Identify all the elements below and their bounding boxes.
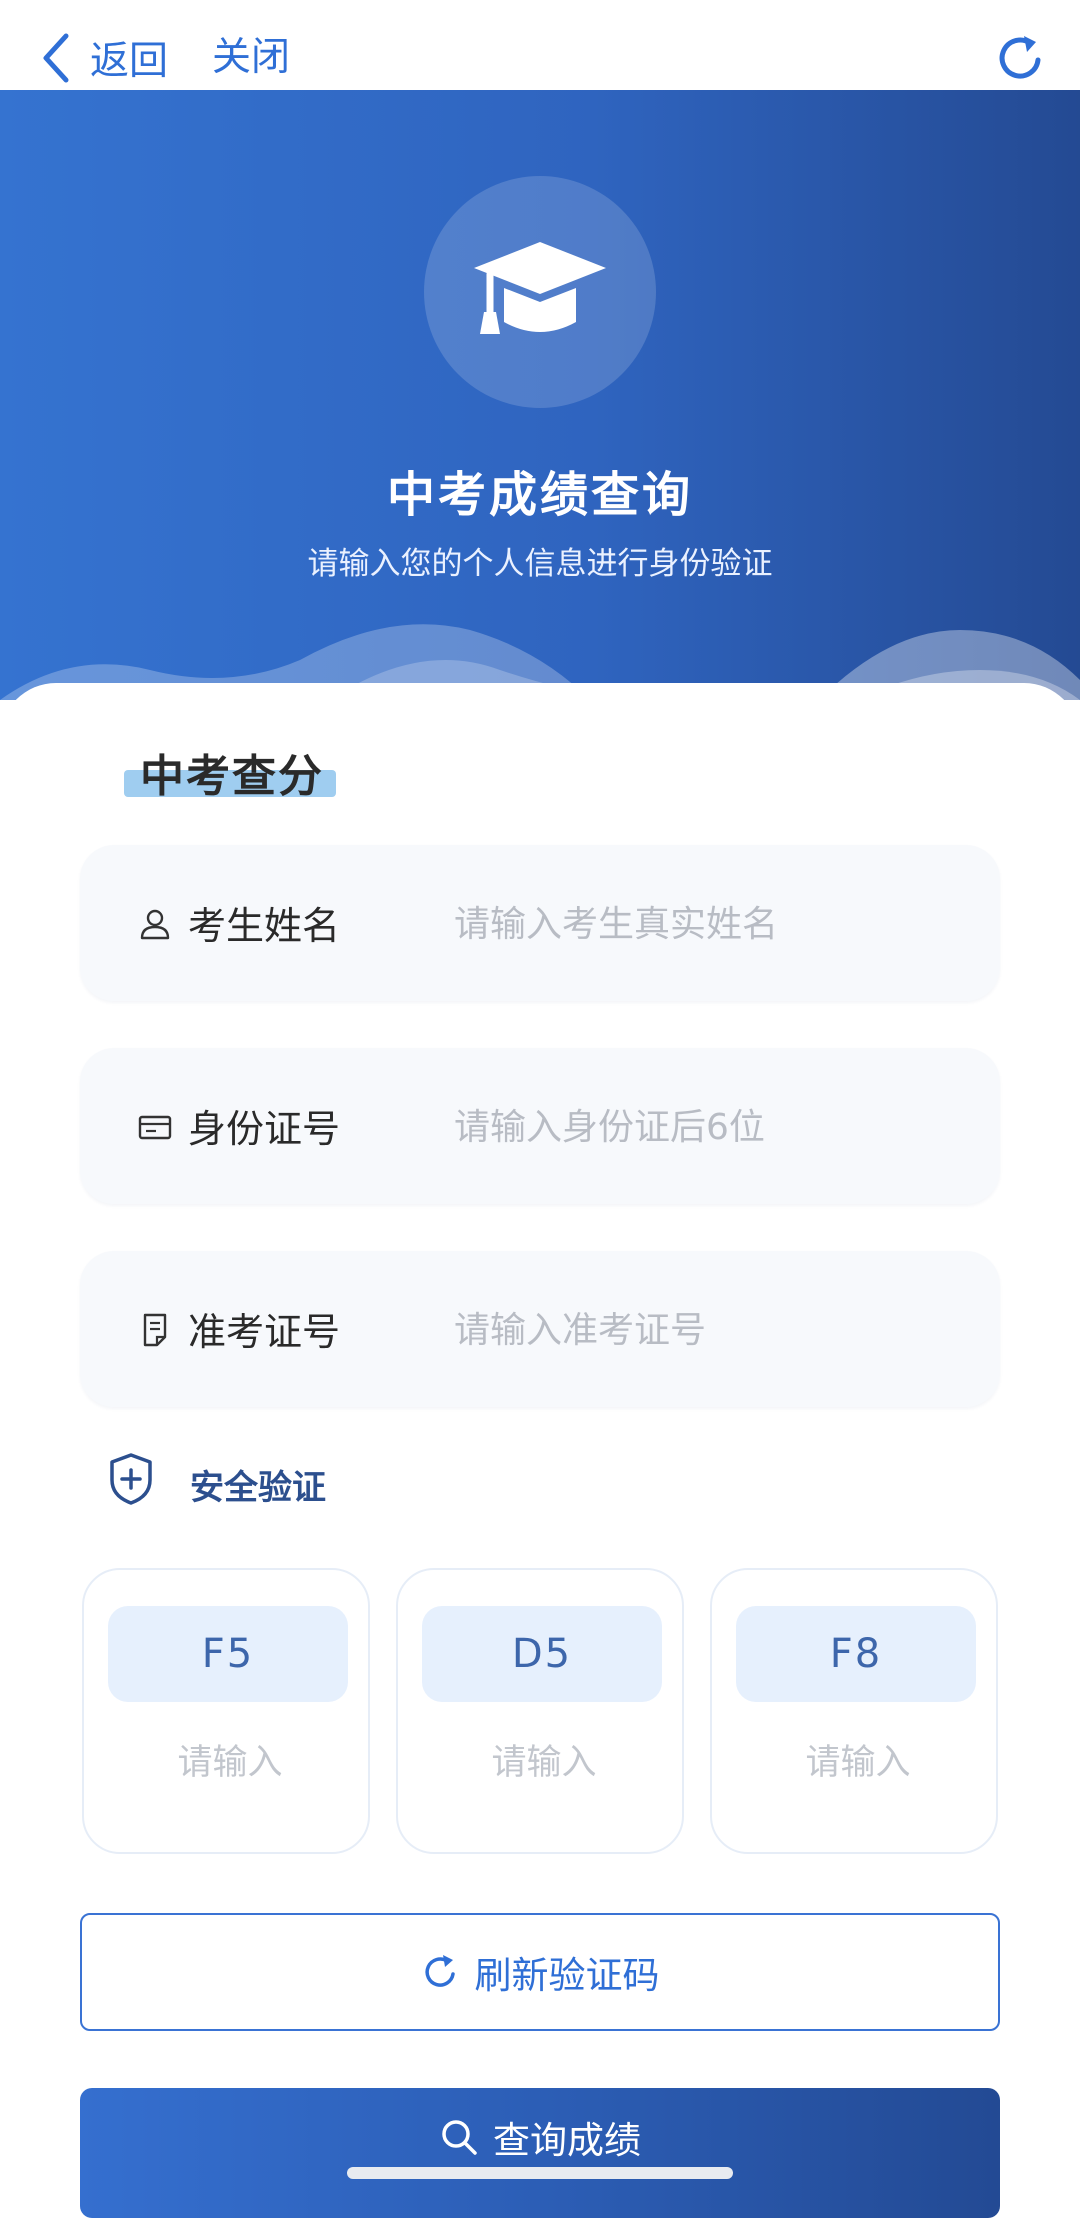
captcha-input[interactable]: [736, 1728, 980, 1798]
reload-icon[interactable]: [994, 32, 1046, 84]
query-button-content: 查询成绩: [439, 2112, 641, 2162]
back-label: 返回: [90, 39, 169, 84]
search-icon: [442, 2120, 477, 2155]
captcha-input[interactable]: [422, 1728, 666, 1798]
page-subtitle: 请输入您的个人信息进行身份验证: [307, 546, 773, 582]
field-label: 考生姓名: [188, 904, 341, 948]
refresh-icon: [424, 1955, 455, 1987]
captcha-box: F5: [82, 1568, 370, 1854]
logo-circle: [424, 176, 656, 408]
section-title-text: 中考查分: [140, 751, 324, 802]
field-id-card: 身份证号: [80, 1048, 1000, 1204]
section-title: 中考查分: [124, 740, 336, 802]
field-label: 身份证号: [188, 1107, 341, 1151]
refresh-label: 刷新验证码: [474, 1954, 660, 1997]
home-indicator: [347, 2167, 733, 2179]
ticket-input[interactable]: [452, 1295, 956, 1365]
id-card-input[interactable]: [452, 1092, 956, 1162]
graduation-cap-icon: [474, 242, 606, 334]
query-label: 查询成绩: [493, 2119, 641, 2162]
refresh-captcha-button[interactable]: 刷新验证码: [80, 1913, 1000, 2031]
id-card-icon: [138, 1115, 172, 1140]
shield-plus-icon: [110, 1453, 152, 1505]
top-nav-bar: 返回 关闭: [0, 0, 1080, 90]
captcha-code: D5: [422, 1606, 662, 1702]
field-label: 准考证号: [188, 1310, 341, 1354]
captcha-box: F8: [710, 1568, 998, 1854]
page-title: 中考成绩查询: [386, 467, 693, 523]
back-button[interactable]: 返回: [40, 30, 168, 86]
field-ticket: 准考证号: [80, 1251, 1000, 1407]
user-icon: [140, 909, 170, 940]
hero-header: 中考成绩查询 请输入您的个人信息进行身份验证: [0, 90, 1080, 700]
ticket-icon: [143, 1313, 167, 1347]
query-button[interactable]: 查询成绩: [80, 2088, 1000, 2218]
captcha-code: F8: [736, 1606, 976, 1702]
captcha-input[interactable]: [108, 1728, 352, 1798]
chevron-left-icon: [43, 33, 69, 83]
captcha-box: D5: [396, 1568, 684, 1854]
field-name: 考生姓名: [80, 845, 1000, 1001]
captcha-code: F5: [108, 1606, 348, 1702]
security-label: 安全验证: [190, 1468, 326, 1508]
name-input[interactable]: [452, 889, 956, 959]
close-button[interactable]: 关闭: [212, 30, 290, 86]
